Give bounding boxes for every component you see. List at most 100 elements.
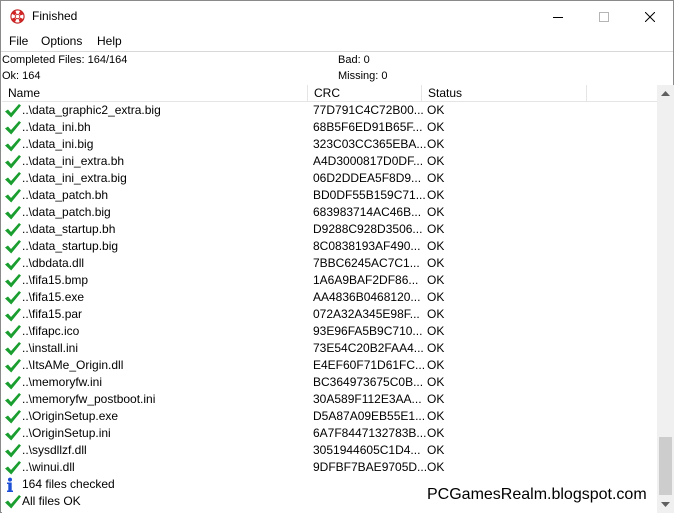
lifebuoy-icon — [10, 9, 25, 24]
row-status: OK — [427, 205, 445, 219]
row-crc: 77D791C4C72B00... — [313, 103, 424, 117]
maximize-button[interactable] — [581, 1, 627, 32]
menu-bar: File Options Help — [1, 32, 673, 51]
menu-options[interactable]: Options — [41, 34, 82, 48]
row-name: ..\data_ini_extra.big — [22, 171, 127, 185]
table-row[interactable]: ..\OriginSetup.ini 6A7F8447132783B... OK — [2, 425, 657, 442]
table-row[interactable]: ..\ItsAMe_Origin.dll E4EF60F71D61FC... OK — [2, 357, 657, 374]
row-name: ..\winui.dll — [22, 460, 75, 474]
close-button[interactable] — [627, 1, 673, 32]
row-crc: A4D3000817D0DF... — [313, 154, 424, 168]
table-row[interactable]: ..\data_startup.bh D9288C928D3506... OK — [2, 221, 657, 238]
minimize-button[interactable] — [535, 1, 581, 32]
ok-count-label: Ok: 164 — [2, 70, 41, 82]
row-name: ..\data_ini.big — [22, 137, 94, 151]
row-name: ..\dbdata.dll — [22, 256, 85, 270]
row-status: OK — [427, 103, 445, 117]
table-row[interactable]: ..\data_graphic2_extra.big 77D791C4C72B00… — [2, 102, 657, 119]
main-window: Finished File Options Help Completed Fil… — [0, 0, 674, 513]
checkmark-icon — [4, 103, 22, 119]
checkmark-icon — [4, 171, 22, 187]
table-row[interactable]: ..\fifa15.bmp 1A6A9BAF2DF86... OK — [2, 272, 657, 289]
file-list[interactable]: Name CRC Status ..\data_graphic2_extra.b… — [2, 85, 674, 513]
table-row[interactable]: ..\winui.dll 9DFBF7BAE9705D... OK — [2, 459, 657, 476]
menu-file[interactable]: File — [9, 34, 28, 48]
table-row[interactable]: ..\dbdata.dll 7BBC6245AC7C1... OK — [2, 255, 657, 272]
missing-count-label: Missing: 0 — [338, 70, 388, 82]
list-rows: ..\data_graphic2_extra.big 77D791C4C72B00… — [2, 102, 657, 510]
table-row[interactable]: ..\data_ini.big 323C03CC365EBA... OK — [2, 136, 657, 153]
row-name: ..\data_startup.big — [22, 239, 119, 253]
row-name: ..\OriginSetup.ini — [22, 426, 111, 440]
row-status: OK — [427, 239, 445, 253]
row-crc: 6A7F8447132783B... — [313, 426, 427, 440]
row-name: 164 files checked — [22, 477, 115, 491]
row-name: ..\data_ini_extra.bh — [22, 154, 125, 168]
row-name: ..\sysdllzf.dll — [22, 443, 87, 457]
table-row[interactable]: ..\fifapc.ico 93E96FA5B9C710... OK — [2, 323, 657, 340]
info-icon — [4, 477, 22, 493]
checkmark-icon — [4, 409, 22, 425]
maximize-icon — [599, 11, 609, 22]
title-bar[interactable]: Finished — [1, 1, 673, 32]
table-row[interactable]: ..\fifa15.par 072A32A345E98F... OK — [2, 306, 657, 323]
row-status: OK — [427, 443, 445, 457]
scroll-thumb[interactable] — [659, 437, 672, 495]
row-status: OK — [427, 171, 445, 185]
row-crc: BD0DF55B159C71... — [313, 188, 426, 202]
row-name: All files OK — [22, 494, 81, 508]
row-name: ..\data_patch.big — [22, 205, 111, 219]
table-row[interactable]: ..\fifa15.exe AA4836B0468120... OK — [2, 289, 657, 306]
row-crc: 73E54C20B2FAA4... — [313, 341, 424, 355]
checkmark-icon — [4, 239, 22, 255]
checkmark-icon — [4, 375, 22, 391]
row-name: ..\fifapc.ico — [22, 324, 80, 338]
checkmark-icon — [4, 358, 22, 374]
row-name: ..\memoryfw_postboot.ini — [22, 392, 156, 406]
checkmark-icon — [4, 494, 22, 510]
row-status: OK — [427, 307, 445, 321]
menu-help[interactable]: Help — [97, 34, 122, 48]
checkmark-icon — [4, 324, 22, 340]
row-crc: D5A87A09EB55E1... — [313, 409, 426, 423]
checkmark-icon — [4, 460, 22, 476]
row-status: OK — [427, 137, 445, 151]
row-name: ..\fifa15.par — [22, 307, 83, 321]
checkmark-icon — [4, 443, 22, 459]
table-row[interactable]: ..\memoryfw_postboot.ini 30A589F112E3AA..… — [2, 391, 657, 408]
scroll-down-button[interactable] — [657, 496, 674, 513]
row-name: ..\memoryfw.ini — [22, 375, 103, 389]
row-crc: 683983714AC46B... — [313, 205, 422, 219]
table-row[interactable]: ..\data_ini_extra.big 06D2DDEA5F8D9... OK — [2, 170, 657, 187]
table-row[interactable]: ..\data_patch.big 683983714AC46B... OK — [2, 204, 657, 221]
row-name: ..\data_startup.bh — [22, 222, 116, 236]
table-row[interactable]: ..\sysdllzf.dll 3051944605C1D4... OK — [2, 442, 657, 459]
scroll-up-button[interactable] — [657, 85, 674, 102]
row-name: ..\install.ini — [22, 341, 79, 355]
row-status: OK — [427, 375, 445, 389]
row-crc: E4EF60F71D61FC... — [313, 358, 426, 372]
row-status: OK — [427, 154, 445, 168]
checkmark-icon — [4, 273, 22, 289]
row-crc: 93E96FA5B9C710... — [313, 324, 423, 338]
column-header-name[interactable]: Name — [2, 85, 308, 102]
table-row[interactable]: ..\data_startup.big 8C0838193AF490... OK — [2, 238, 657, 255]
checkmark-icon — [4, 290, 22, 306]
column-header-status[interactable]: Status — [422, 85, 587, 102]
table-row[interactable]: ..\data_ini_extra.bh A4D3000817D0DF... OK — [2, 153, 657, 170]
table-row[interactable]: ..\data_patch.bh BD0DF55B159C71... OK — [2, 187, 657, 204]
table-row[interactable]: ..\data_ini.bh 68B5F6ED91B65F... OK — [2, 119, 657, 136]
row-crc: 30A589F112E3AA... — [313, 392, 422, 406]
vertical-scrollbar[interactable] — [657, 85, 674, 513]
checkmark-icon — [4, 120, 22, 136]
row-status: OK — [427, 460, 445, 474]
row-name: ..\data_patch.bh — [22, 188, 109, 202]
row-crc: 8C0838193AF490... — [313, 239, 421, 253]
chevron-up-icon — [661, 91, 670, 96]
column-header-crc[interactable]: CRC — [308, 85, 422, 102]
checkmark-icon — [4, 426, 22, 442]
table-row[interactable]: ..\memoryfw.ini BC364973675C0B... OK — [2, 374, 657, 391]
table-row[interactable]: ..\install.ini 73E54C20B2FAA4... OK — [2, 340, 657, 357]
table-row[interactable]: ..\OriginSetup.exe D5A87A09EB55E1... OK — [2, 408, 657, 425]
row-name: ..\fifa15.bmp — [22, 273, 89, 287]
